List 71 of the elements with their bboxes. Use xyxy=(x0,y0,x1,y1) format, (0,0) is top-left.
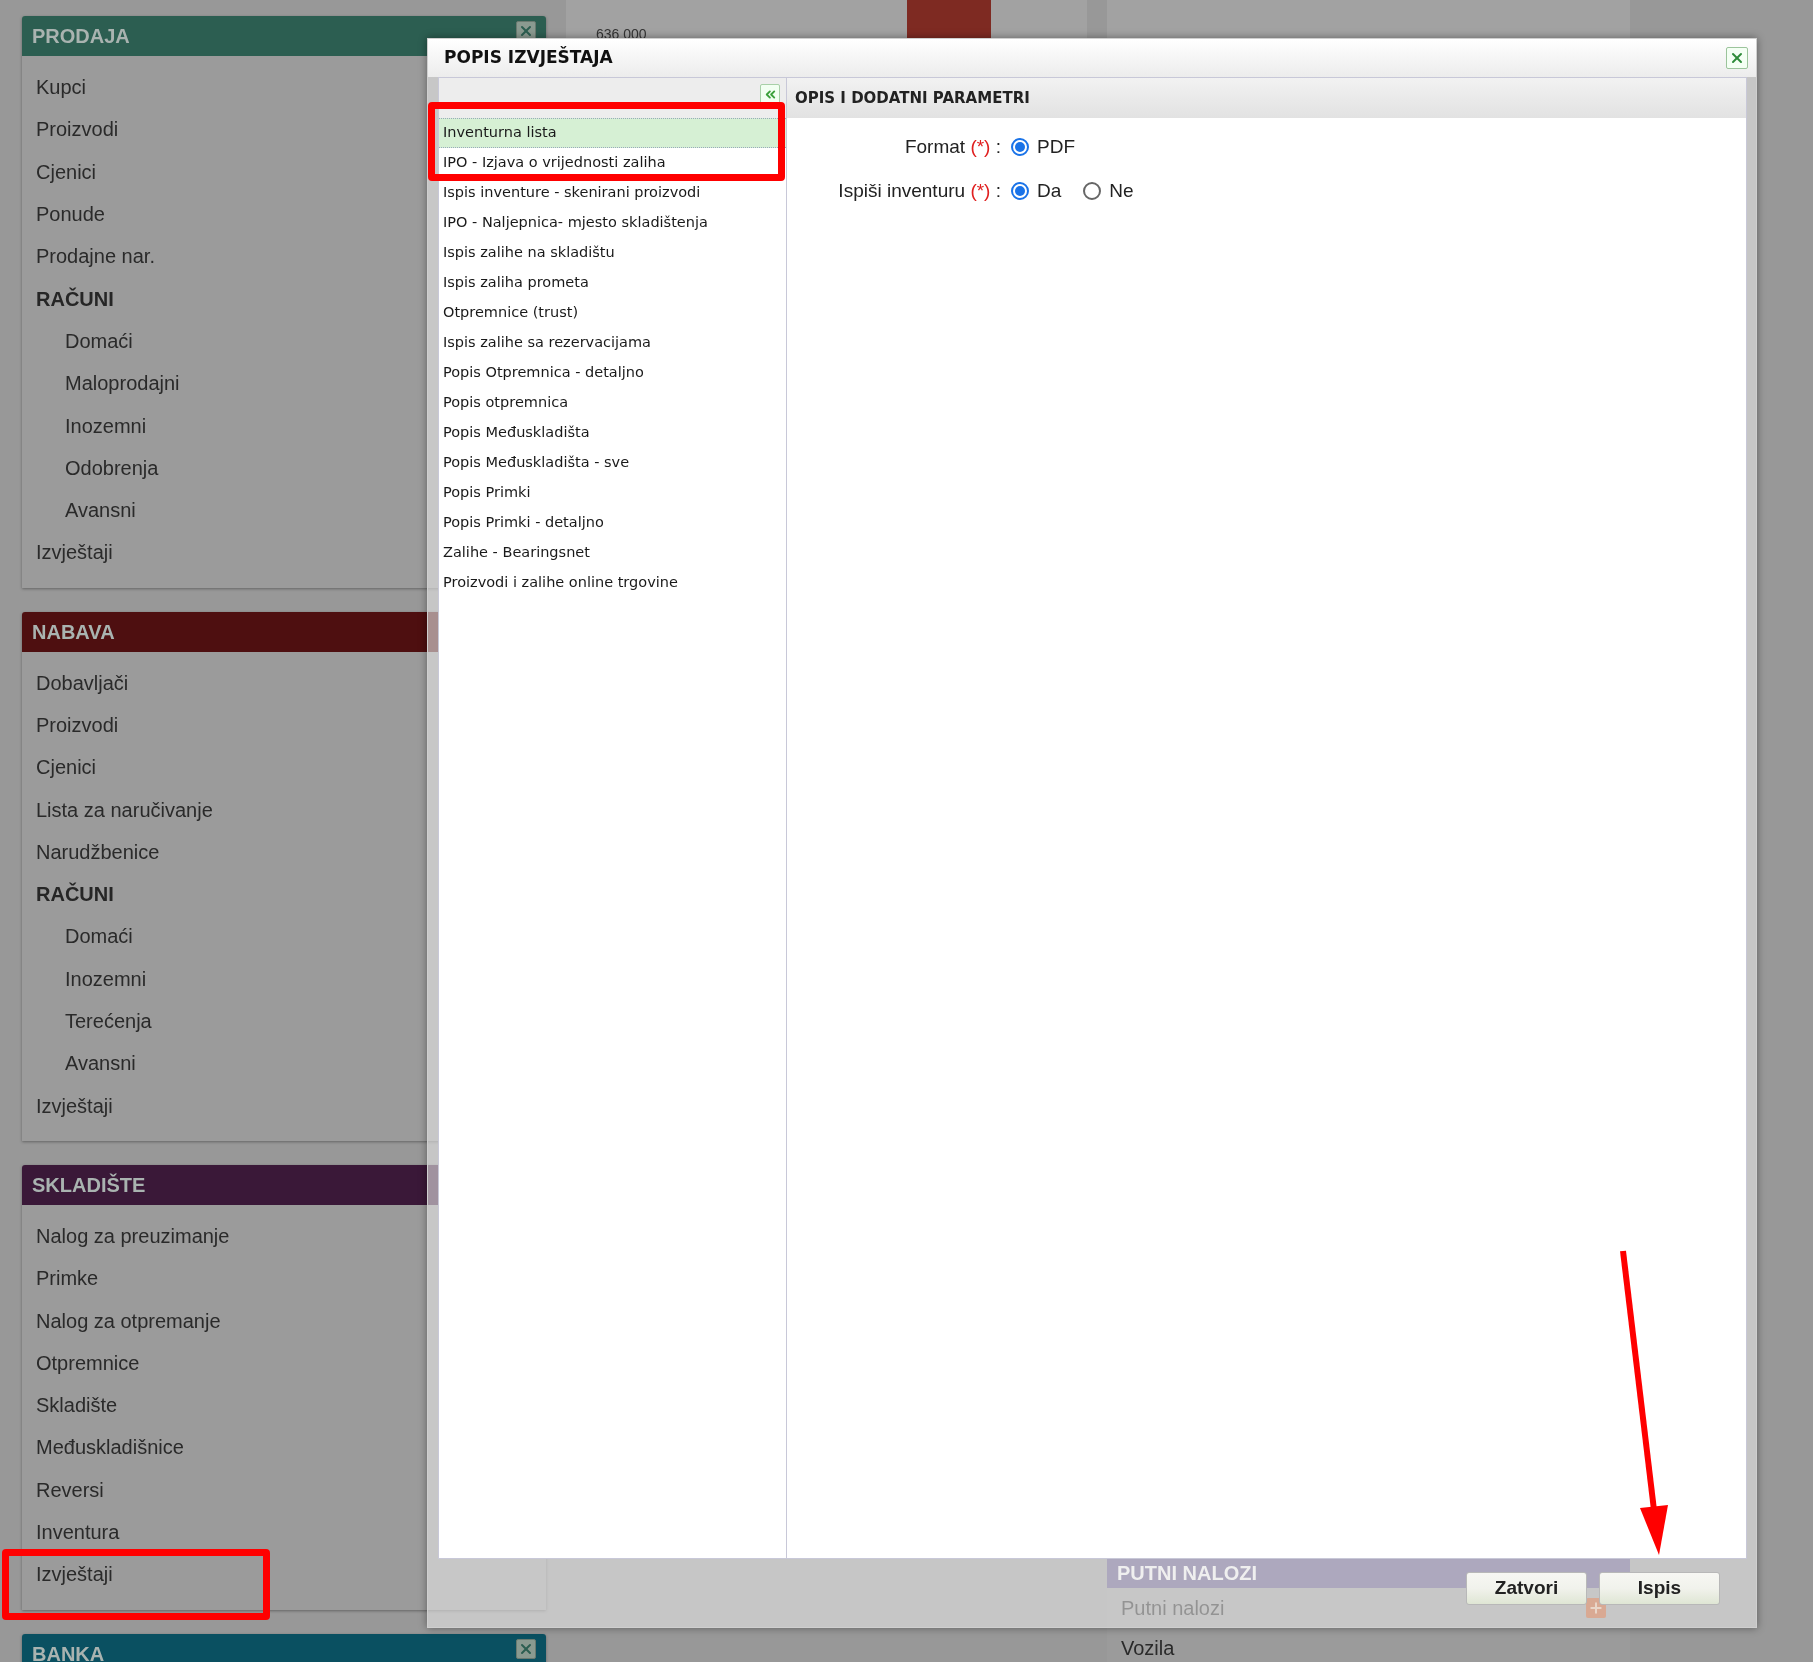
menu-item[interactable]: Maloprodajni xyxy=(22,368,180,399)
menu-item[interactable]: Terećenja xyxy=(22,1006,152,1037)
close-button[interactable] xyxy=(1726,47,1748,69)
report-item[interactable]: Popis Otpremnica - detaljno xyxy=(439,358,786,388)
menu-item[interactable]: Narudžbenice xyxy=(22,836,160,867)
menu-item[interactable]: Inventura xyxy=(22,1517,120,1548)
menu-item[interactable]: Međuskladišnice xyxy=(22,1432,184,1463)
close-icon xyxy=(518,23,534,39)
menu-item[interactable]: Domaći xyxy=(22,325,133,356)
menu-item[interactable]: Prodajne nar. xyxy=(22,241,155,272)
radio-button[interactable] xyxy=(1083,182,1102,200)
report-item[interactable]: Popis otpremnica xyxy=(439,388,786,418)
report-item[interactable]: Popis Primki xyxy=(439,478,786,508)
menu-heading: RAČUNI xyxy=(35,286,114,312)
menu-item[interactable]: Avansni xyxy=(22,1048,136,1079)
menu-item[interactable]: Izvještaji xyxy=(22,1559,113,1590)
menu-item[interactable]: Dobavljači xyxy=(22,667,129,698)
menu-item[interactable]: Reversi xyxy=(22,1474,104,1505)
report-item[interactable]: Otpremnice (trust) xyxy=(439,298,786,328)
menu-item[interactable]: Cjenici xyxy=(22,156,97,187)
panel-title: NABAVA xyxy=(32,619,115,645)
close-button[interactable] xyxy=(516,1638,536,1659)
dialog-button[interactable]: Ispis xyxy=(1599,1572,1720,1605)
report-item[interactable]: Popis Međuskladišta - sve xyxy=(439,448,786,478)
menu-item[interactable]: Ponude xyxy=(22,199,105,230)
panel-title: PUTNI NALOZI xyxy=(1117,1561,1257,1586)
menu-item[interactable]: Nalog za otpremanje xyxy=(22,1305,221,1336)
menu-item[interactable]: Lista za naručivanje xyxy=(22,794,213,825)
menu-item[interactable]: Skladište xyxy=(22,1390,118,1421)
report-item[interactable]: Proizvodi i zalihe online trgovine xyxy=(439,568,786,598)
report-item[interactable]: Ispis zaliha prometa xyxy=(439,268,786,298)
report-item[interactable]: Popis Primki - detaljno xyxy=(439,508,786,538)
menu-item[interactable]: Proizvodi xyxy=(22,710,119,740)
menu-item[interactable]: Avansni xyxy=(22,495,136,526)
dialog-title: POPIS IZVJEŠTAJA xyxy=(444,45,613,70)
panel-title: PRODAJA xyxy=(32,24,130,49)
menu-heading: RAČUNI xyxy=(35,881,114,908)
report-item[interactable]: Ispis zalihe na skladištu xyxy=(439,238,786,268)
menu-item[interactable]: Izvještaji xyxy=(22,537,113,568)
radio-button[interactable] xyxy=(1011,138,1029,156)
panel-title: SKLADIŠTE xyxy=(32,1172,146,1198)
menu-item[interactable]: Vozila xyxy=(1121,1633,1175,1662)
dialog-button[interactable]: Zatvori xyxy=(1466,1572,1587,1605)
menu-item[interactable]: Izvještaji xyxy=(22,1090,113,1121)
menu-item[interactable]: Cjenici xyxy=(22,752,97,783)
menu-item[interactable]: Inozemni xyxy=(22,963,147,994)
radio-label[interactable]: Da xyxy=(1037,176,1062,206)
radio-label[interactable]: PDF xyxy=(1037,132,1075,162)
field-label: Ispiši inventuru (*) : xyxy=(838,178,1001,203)
menu-item[interactable]: Kupci xyxy=(22,72,87,103)
menu-item[interactable]: Otpremnice xyxy=(22,1347,140,1378)
menu-item[interactable]: Proizvodi xyxy=(22,114,119,145)
menu-item[interactable]: Odobrenja xyxy=(22,452,159,483)
close-button[interactable] xyxy=(516,21,536,41)
report-item[interactable]: Inventurna lista xyxy=(439,118,786,148)
menu-item[interactable]: Domaći xyxy=(22,921,133,952)
panel-title: OPIS I DODATNI PARAMETRI xyxy=(795,87,1030,109)
close-icon xyxy=(1729,50,1745,66)
field-label: Format (*) : xyxy=(904,134,1001,159)
menu-item[interactable]: Inozemni xyxy=(22,410,147,441)
report-item[interactable]: Zalihe - Bearingsnet xyxy=(439,538,786,568)
collapse-button[interactable] xyxy=(760,84,780,104)
radio-label[interactable]: Ne xyxy=(1109,176,1134,206)
panel-title: BANKA xyxy=(32,1641,105,1662)
report-item[interactable]: IPO - Naljepnica- mjesto skladištenja xyxy=(439,208,786,238)
menu-item[interactable]: Nalog za preuzimanje xyxy=(22,1220,230,1251)
radio-button[interactable] xyxy=(1011,182,1029,200)
report-item[interactable]: Ispis zalihe sa rezervacijama xyxy=(439,328,786,358)
report-item[interactable]: Ispis inventure - skenirani proizvodi xyxy=(439,178,786,208)
menu-item[interactable]: Primke xyxy=(22,1263,99,1294)
report-item[interactable]: Popis Međuskladišta xyxy=(439,418,786,448)
